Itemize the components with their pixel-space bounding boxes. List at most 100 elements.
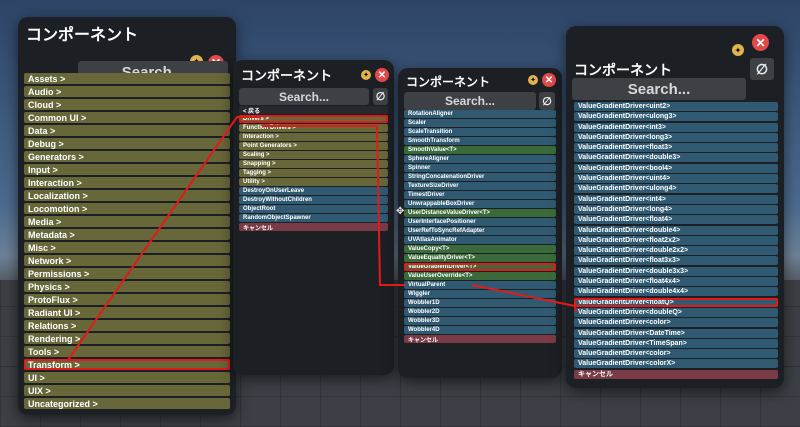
list-item[interactable]: UnwrappableBoxDriver <box>404 200 556 208</box>
list-item[interactable]: Locomotion > <box>24 203 230 214</box>
list-item[interactable]: Transform > <box>24 359 230 370</box>
list-item[interactable]: Media > <box>24 216 230 227</box>
list-item[interactable]: Drivers > <box>239 115 388 123</box>
list-item[interactable]: ValueGradientDriver<floatQ> <box>574 297 778 307</box>
list-item[interactable]: Localization > <box>24 190 230 201</box>
search-input[interactable]: Search... <box>404 92 536 110</box>
list-item[interactable]: Point Generators > <box>239 142 388 150</box>
list-item[interactable]: ValueGradientDriver<T> <box>404 263 556 271</box>
list-item[interactable]: Rendering > <box>24 333 230 344</box>
list-item[interactable]: UserRefToSyncRefAdapter <box>404 227 556 235</box>
list-item[interactable]: ValueGradientDriver<int3> <box>574 122 778 132</box>
list-item[interactable]: ValueGradientDriver<color> <box>574 349 778 359</box>
list-item[interactable]: UserInterfacePositioner <box>404 218 556 226</box>
list-item[interactable]: Permissions > <box>24 268 230 279</box>
list-item[interactable]: ValueGradientDriver<double3x3> <box>574 266 778 276</box>
search-input[interactable]: Search... <box>572 78 746 100</box>
list-item[interactable]: ValueGradientDriver<int4> <box>574 194 778 204</box>
list-item[interactable]: Wiggler <box>404 290 556 298</box>
clear-search-button[interactable]: ∅ <box>750 58 774 80</box>
clear-search-button[interactable]: ∅ <box>373 88 388 105</box>
list-item[interactable]: Metadata > <box>24 229 230 240</box>
list-item[interactable]: Wobbler1D <box>404 299 556 307</box>
search-input[interactable]: Search... <box>239 88 369 105</box>
list-item[interactable]: ValueGradientDriver<ulong4> <box>574 184 778 194</box>
list-item[interactable]: RandomObjectSpawner <box>239 214 388 222</box>
list-item[interactable]: ValueGradientDriver<float3x3> <box>574 256 778 266</box>
list-item[interactable]: ValueGradientDriver<bool4> <box>574 163 778 173</box>
list-item[interactable]: TextureSizeDriver <box>404 182 556 190</box>
list-item[interactable]: ValueUserOverride<T> <box>404 272 556 280</box>
list-item[interactable]: ValueGradientDriver<TimeSpan> <box>574 338 778 348</box>
list-item[interactable]: ValueGradientDriver<double3> <box>574 153 778 163</box>
list-item[interactable]: ValueGradientDriver<doubleQ> <box>574 307 778 317</box>
list-item[interactable]: ValueGradientDriver<double2x2> <box>574 246 778 256</box>
lightbulb-icon[interactable]: ✦ <box>528 75 538 85</box>
list-item[interactable]: Function Drivers > <box>239 124 388 132</box>
list-item[interactable]: SmoothValue<T> <box>404 146 556 154</box>
list-item[interactable]: Scaler <box>404 119 556 127</box>
list-item[interactable]: キャンセル <box>404 335 556 343</box>
list-item[interactable]: Misc > <box>24 242 230 253</box>
list-item[interactable]: < 戻る <box>239 106 388 114</box>
list-item[interactable]: ValueGradientDriver<colorX> <box>574 359 778 369</box>
list-item[interactable]: UIX > <box>24 385 230 396</box>
list-item[interactable]: Tools > <box>24 346 230 357</box>
list-item[interactable]: Network > <box>24 255 230 266</box>
list-item[interactable]: ValueGradientDriver<float4> <box>574 215 778 225</box>
move-handle-icon[interactable]: ✥ <box>396 206 404 217</box>
list-item[interactable]: Spinner <box>404 164 556 172</box>
close-button[interactable]: ✕ <box>752 34 769 51</box>
list-item[interactable]: SphereAligner <box>404 155 556 163</box>
list-item[interactable]: Uncategorized > <box>24 398 230 409</box>
list-item[interactable]: UVAtlasAnimator <box>404 236 556 244</box>
list-item[interactable]: Debug > <box>24 138 230 149</box>
list-item[interactable]: ValueEqualityDriver<T> <box>404 254 556 262</box>
list-item[interactable]: Relations > <box>24 320 230 331</box>
list-item[interactable]: ValueGradientDriver<float4x4> <box>574 277 778 287</box>
list-item[interactable]: Common UI > <box>24 112 230 123</box>
list-item[interactable]: SmoothTransform <box>404 137 556 145</box>
list-item[interactable]: Wobbler2D <box>404 308 556 316</box>
list-item[interactable]: UserDistanceValueDriver<T> <box>404 209 556 217</box>
list-item[interactable]: Data > <box>24 125 230 136</box>
list-item[interactable]: ScaleTransition <box>404 128 556 136</box>
list-item[interactable]: Utility > <box>239 178 388 186</box>
list-item[interactable]: Cloud > <box>24 99 230 110</box>
list-item[interactable]: Assets > <box>24 73 230 84</box>
close-button[interactable]: ✕ <box>375 68 389 82</box>
list-item[interactable]: Physics > <box>24 281 230 292</box>
list-item[interactable]: キャンセル <box>574 369 778 379</box>
list-item[interactable]: Tagging > <box>239 169 388 177</box>
list-item[interactable]: ValueGradientDriver<float3> <box>574 143 778 153</box>
list-item[interactable]: StringConcatenationDriver <box>404 173 556 181</box>
list-item[interactable]: VirtualParent <box>404 281 556 289</box>
list-item[interactable]: Interaction > <box>24 177 230 188</box>
list-item[interactable]: ObjectRoot <box>239 205 388 213</box>
list-item[interactable]: DestroyOnUserLeave <box>239 187 388 195</box>
list-item[interactable]: ValueGradientDriver<DateTime> <box>574 328 778 338</box>
list-item[interactable]: ValueGradientDriver<long4> <box>574 204 778 214</box>
list-item[interactable]: RotationAligner <box>404 110 556 118</box>
list-item[interactable]: ProtoFlux > <box>24 294 230 305</box>
list-item[interactable]: Audio > <box>24 86 230 97</box>
list-item[interactable]: UI > <box>24 372 230 383</box>
list-item[interactable]: TimestDriver <box>404 191 556 199</box>
list-item[interactable]: Scaling > <box>239 151 388 159</box>
list-item[interactable]: Input > <box>24 164 230 175</box>
list-item[interactable]: ValueGradientDriver<ulong3> <box>574 112 778 122</box>
list-item[interactable]: DestroyWithoutChildren <box>239 196 388 204</box>
list-item[interactable]: ValueGradientDriver<color> <box>574 318 778 328</box>
close-button[interactable]: ✕ <box>542 73 556 87</box>
list-item[interactable]: ValueGradientDriver<uint4> <box>574 174 778 184</box>
list-item[interactable]: ValueGradientDriver<long3> <box>574 132 778 142</box>
lightbulb-icon[interactable]: ✦ <box>361 70 371 80</box>
list-item[interactable]: Snapping > <box>239 160 388 168</box>
list-item[interactable]: キャンセル <box>239 223 388 231</box>
list-item[interactable]: Wobbler3D <box>404 317 556 325</box>
list-item[interactable]: ValueGradientDriver<float2x2> <box>574 235 778 245</box>
lightbulb-icon[interactable]: ✦ <box>732 44 744 56</box>
list-item[interactable]: ValueGradientDriver<double4> <box>574 225 778 235</box>
clear-search-button[interactable]: ∅ <box>539 92 555 110</box>
list-item[interactable]: ValueGradientDriver<uint2> <box>574 102 778 111</box>
